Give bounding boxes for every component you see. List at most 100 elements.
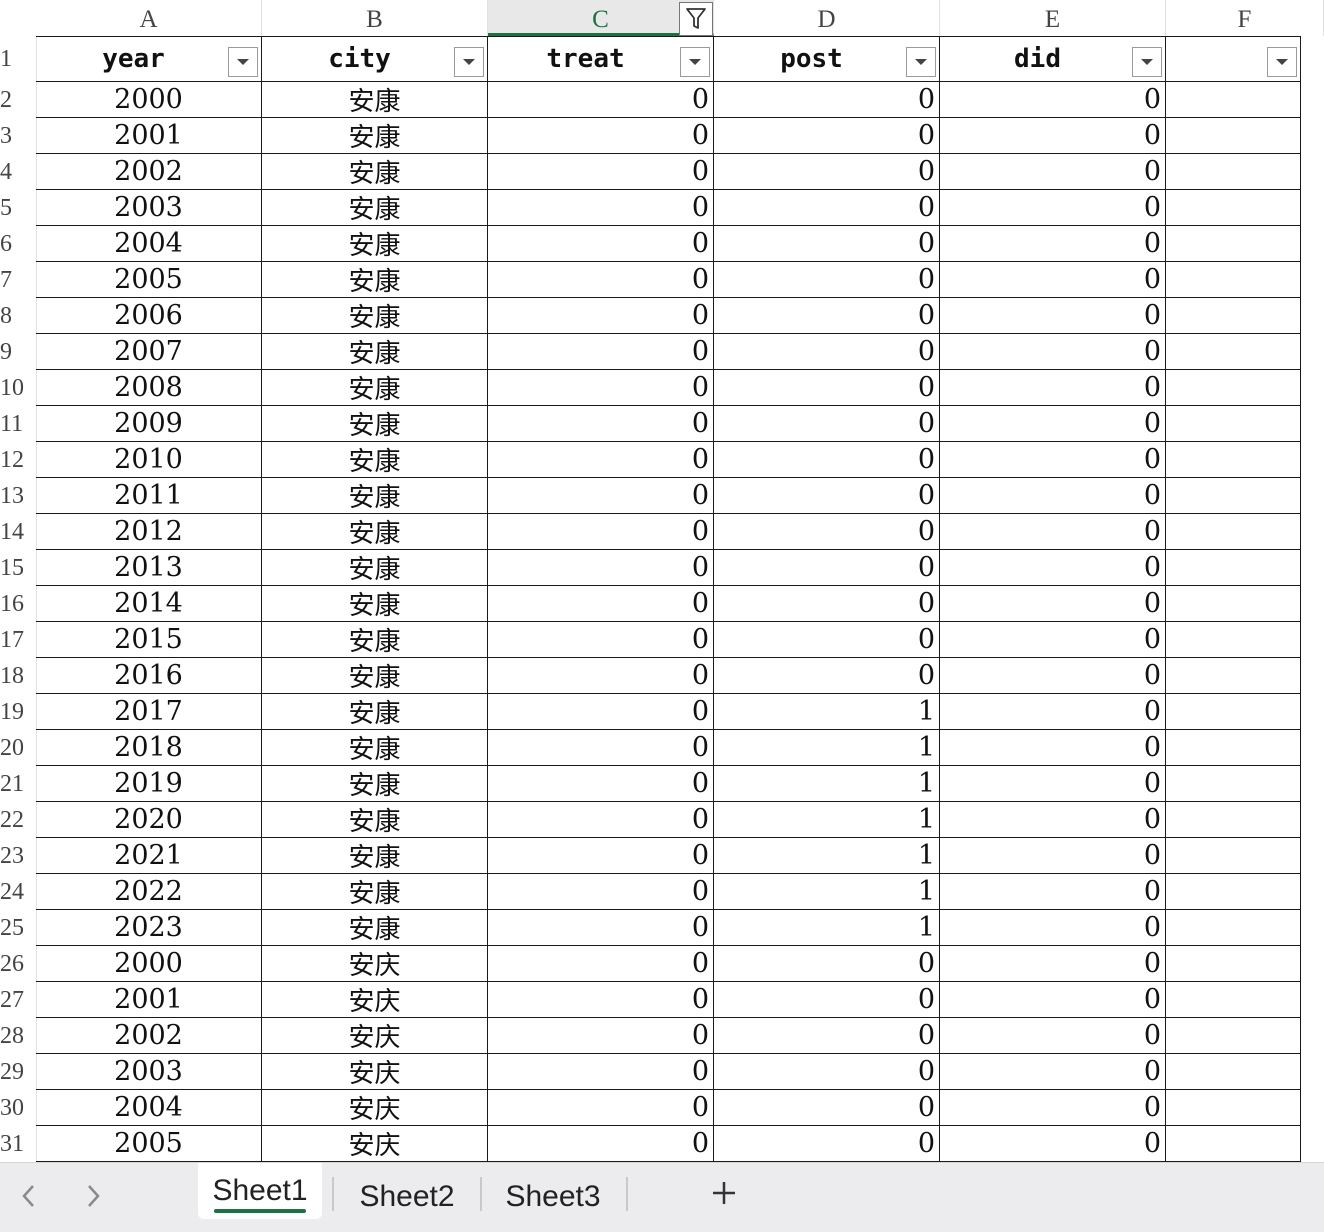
treat-cell[interactable]: 0 — [488, 298, 714, 334]
did-cell[interactable]: 0 — [940, 118, 1166, 154]
did-cell[interactable]: 0 — [940, 1126, 1166, 1162]
did-cell[interactable]: 0 — [940, 946, 1166, 982]
row-number[interactable]: 11 — [0, 406, 35, 442]
year-cell[interactable]: 2022 — [36, 874, 262, 910]
dropdown-arrow-icon[interactable] — [228, 47, 258, 77]
treat-cell[interactable]: 0 — [488, 550, 714, 586]
did-cell[interactable]: 0 — [940, 298, 1166, 334]
empty-cell[interactable] — [1166, 1018, 1301, 1054]
did-cell[interactable]: 0 — [940, 766, 1166, 802]
post-cell[interactable]: 0 — [714, 622, 940, 658]
did-cell[interactable]: 0 — [940, 730, 1166, 766]
dropdown-arrow-icon[interactable] — [1132, 47, 1162, 77]
treat-cell[interactable]: 0 — [488, 262, 714, 298]
row-number[interactable]: 8 — [0, 298, 35, 334]
column-letter-a[interactable]: A — [36, 0, 262, 36]
did-cell[interactable]: 0 — [940, 190, 1166, 226]
city-cell[interactable]: 安康 — [262, 910, 488, 946]
post-cell[interactable]: 0 — [714, 1090, 940, 1126]
sheet-tab-3[interactable]: Sheet3 — [486, 1163, 620, 1219]
chevron-left-icon[interactable] — [14, 1181, 44, 1211]
post-cell[interactable]: 0 — [714, 82, 940, 118]
empty-cell[interactable] — [1166, 154, 1301, 190]
treat-cell[interactable]: 0 — [488, 622, 714, 658]
empty-cell[interactable] — [1166, 982, 1301, 1018]
post-cell[interactable]: 1 — [714, 910, 940, 946]
did-cell[interactable]: 0 — [940, 838, 1166, 874]
post-cell[interactable]: 0 — [714, 118, 940, 154]
chevron-right-icon[interactable] — [78, 1181, 108, 1211]
row-number[interactable]: 6 — [0, 226, 35, 262]
row-number[interactable]: 22 — [0, 802, 35, 838]
treat-cell[interactable]: 0 — [488, 154, 714, 190]
city-cell[interactable]: 安康 — [262, 838, 488, 874]
treat-cell[interactable]: 0 — [488, 694, 714, 730]
empty-cell[interactable] — [1166, 370, 1301, 406]
year-cell[interactable]: 2005 — [36, 262, 262, 298]
treat-cell[interactable]: 0 — [488, 658, 714, 694]
row-number[interactable]: 7 — [0, 262, 35, 298]
empty-cell[interactable] — [1166, 946, 1301, 982]
row-number[interactable]: 19 — [0, 694, 35, 730]
city-cell[interactable]: 安庆 — [262, 1090, 488, 1126]
post-cell[interactable]: 0 — [714, 262, 940, 298]
post-cell[interactable]: 1 — [714, 838, 940, 874]
treat-cell[interactable]: 0 — [488, 226, 714, 262]
city-cell[interactable]: 安康 — [262, 550, 488, 586]
filter-funnel-icon[interactable] — [679, 2, 713, 36]
treat-cell[interactable]: 0 — [488, 910, 714, 946]
year-cell[interactable]: 2000 — [36, 82, 262, 118]
header-cell-a[interactable]: year — [36, 36, 262, 82]
sheet-tab-1[interactable]: Sheet1 — [198, 1163, 322, 1219]
empty-cell[interactable] — [1166, 622, 1301, 658]
header-cell-e[interactable]: did — [940, 36, 1166, 82]
post-cell[interactable]: 1 — [714, 874, 940, 910]
row-number[interactable]: 3 — [0, 118, 35, 154]
dropdown-arrow-icon[interactable] — [1267, 47, 1297, 77]
year-cell[interactable]: 2017 — [36, 694, 262, 730]
year-cell[interactable]: 2004 — [36, 226, 262, 262]
add-sheet-button[interactable] — [708, 1179, 740, 1211]
city-cell[interactable]: 安康 — [262, 334, 488, 370]
did-cell[interactable]: 0 — [940, 406, 1166, 442]
treat-cell[interactable]: 0 — [488, 730, 714, 766]
post-cell[interactable]: 0 — [714, 550, 940, 586]
post-cell[interactable]: 0 — [714, 1126, 940, 1162]
empty-cell[interactable] — [1166, 1126, 1301, 1162]
post-cell[interactable]: 0 — [714, 946, 940, 982]
city-cell[interactable]: 安康 — [262, 190, 488, 226]
empty-cell[interactable] — [1166, 82, 1301, 118]
post-cell[interactable]: 0 — [714, 298, 940, 334]
did-cell[interactable]: 0 — [940, 514, 1166, 550]
city-cell[interactable]: 安康 — [262, 262, 488, 298]
post-cell[interactable]: 1 — [714, 802, 940, 838]
city-cell[interactable]: 安康 — [262, 586, 488, 622]
empty-cell[interactable] — [1166, 766, 1301, 802]
post-cell[interactable]: 0 — [714, 154, 940, 190]
year-cell[interactable]: 2019 — [36, 766, 262, 802]
year-cell[interactable]: 2000 — [36, 946, 262, 982]
empty-cell[interactable] — [1166, 802, 1301, 838]
row-number[interactable]: 10 — [0, 370, 35, 406]
did-cell[interactable]: 0 — [940, 550, 1166, 586]
empty-cell[interactable] — [1166, 190, 1301, 226]
treat-cell[interactable]: 0 — [488, 1054, 714, 1090]
empty-cell[interactable] — [1166, 550, 1301, 586]
did-cell[interactable]: 0 — [940, 334, 1166, 370]
treat-cell[interactable]: 0 — [488, 406, 714, 442]
treat-cell[interactable]: 0 — [488, 1090, 714, 1126]
treat-cell[interactable]: 0 — [488, 802, 714, 838]
dropdown-arrow-icon[interactable] — [906, 47, 936, 77]
post-cell[interactable]: 0 — [714, 1018, 940, 1054]
empty-cell[interactable] — [1166, 730, 1301, 766]
year-cell[interactable]: 2012 — [36, 514, 262, 550]
row-number[interactable]: 18 — [0, 658, 35, 694]
year-cell[interactable]: 2009 — [36, 406, 262, 442]
empty-cell[interactable] — [1166, 442, 1301, 478]
row-number[interactable]: 14 — [0, 514, 35, 550]
city-cell[interactable]: 安康 — [262, 766, 488, 802]
treat-cell[interactable]: 0 — [488, 334, 714, 370]
post-cell[interactable]: 0 — [714, 334, 940, 370]
row-number[interactable]: 13 — [0, 478, 35, 514]
row-number[interactable]: 25 — [0, 910, 35, 946]
